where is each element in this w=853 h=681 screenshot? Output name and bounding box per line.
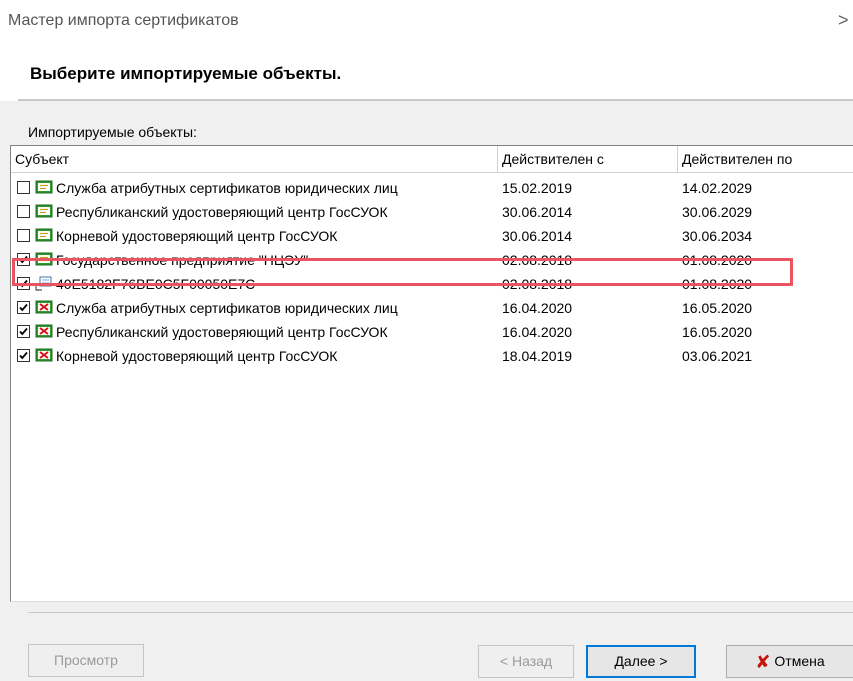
cell-valid-from: 18.04.2019 — [502, 348, 573, 364]
cancel-label: Отмена — [774, 653, 825, 669]
cell-subject: Республиканский удостоверяющий центр Гос… — [56, 324, 388, 340]
cell-valid-from: 15.02.2019 — [502, 180, 573, 196]
highlight-frame — [12, 258, 793, 286]
cell-valid-from: 16.04.2020 — [502, 324, 573, 340]
cell-valid-from: 30.06.2014 — [502, 204, 573, 220]
table-row[interactable]: Служба атрибутных сертификатов юридическ… — [11, 296, 853, 320]
table-row[interactable]: Республиканский удостоверяющий центр Гос… — [11, 320, 853, 344]
close-icon[interactable]: > — [838, 10, 849, 31]
cell-subject: Служба атрибутных сертификатов юридическ… — [56, 180, 398, 196]
cell-valid-to: 30.06.2034 — [682, 228, 753, 244]
cancel-x-icon: ✘ — [755, 651, 771, 672]
back-button[interactable]: < Назад — [478, 645, 574, 678]
certificate-icon — [35, 228, 53, 243]
objects-label: Импортируемые объекты: — [28, 124, 197, 140]
objects-list[interactable]: Субъект Действителен с Действителен по С… — [10, 145, 853, 602]
view-button[interactable]: Просмотр — [28, 644, 144, 677]
cell-valid-to: 30.06.2029 — [682, 204, 753, 220]
window-title: Мастер импорта сертификатов — [8, 12, 239, 29]
wizard-header: Выберите импортируемые объекты. — [0, 44, 853, 100]
cell-valid-to: 16.05.2020 — [682, 300, 753, 316]
certificate-icon — [35, 180, 53, 195]
row-checkbox[interactable] — [17, 181, 30, 194]
footer-divider — [28, 612, 853, 613]
table-row[interactable]: Республиканский удостоверяющий центр Гос… — [11, 200, 853, 224]
cancel-button[interactable]: ✘ Отмена — [726, 645, 853, 678]
revoked-certificate-icon — [35, 348, 53, 363]
next-button[interactable]: Далее > — [586, 645, 696, 678]
table-row[interactable]: Корневой удостоверяющий центр ГосСУОК 30.… — [11, 224, 853, 248]
table-row[interactable]: Служба атрибутных сертификатов юридическ… — [11, 176, 853, 200]
column-valid-to[interactable]: Действителен по — [678, 146, 853, 172]
cell-subject: Корневой удостоверяющий центр ГосСУОК — [56, 348, 338, 364]
row-checkbox[interactable] — [17, 349, 30, 362]
title-bar: Мастер импорта сертификатов > — [0, 0, 853, 44]
row-checkbox[interactable] — [17, 301, 30, 314]
cell-subject: Республиканский удостоверяющий центр Гос… — [56, 204, 388, 220]
column-subject[interactable]: Субъект — [11, 146, 498, 172]
row-checkbox[interactable] — [17, 205, 30, 218]
cell-valid-to: 16.05.2020 — [682, 324, 753, 340]
list-header: Субъект Действителен с Действителен по — [11, 146, 853, 173]
cell-valid-from: 16.04.2020 — [502, 300, 573, 316]
row-checkbox[interactable] — [17, 229, 30, 242]
certificate-icon — [35, 204, 53, 219]
column-valid-from[interactable]: Действителен с — [498, 146, 678, 172]
cell-valid-from: 30.06.2014 — [502, 228, 573, 244]
revoked-certificate-icon — [35, 324, 53, 339]
cell-valid-to: 03.06.2021 — [682, 348, 753, 364]
cell-valid-to: 14.02.2029 — [682, 180, 753, 196]
cell-subject: Служба атрибутных сертификатов юридическ… — [56, 300, 398, 316]
table-row[interactable]: Корневой удостоверяющий центр ГосСУОК 18.… — [11, 344, 853, 368]
revoked-certificate-icon — [35, 300, 53, 315]
page-title: Выберите импортируемые объекты. — [30, 64, 342, 83]
row-checkbox[interactable] — [17, 325, 30, 338]
cell-subject: Корневой удостоверяющий центр ГосСУОК — [56, 228, 338, 244]
